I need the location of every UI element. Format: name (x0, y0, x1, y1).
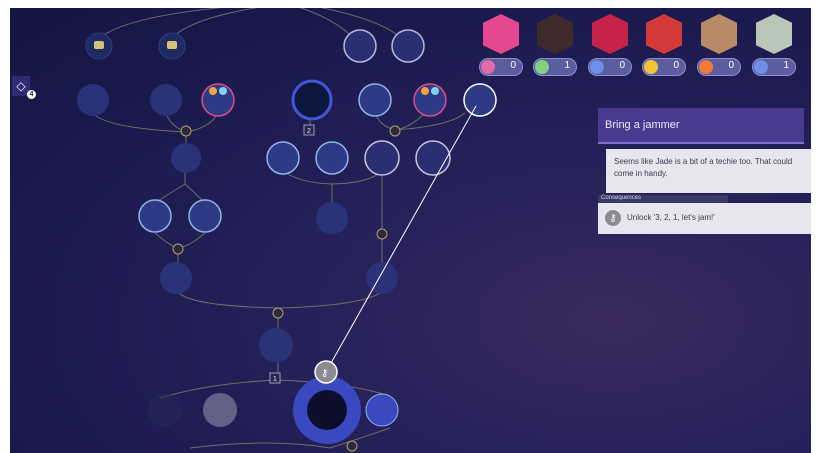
tree-nodes (77, 29, 497, 444)
choice-node[interactable] (391, 29, 425, 63)
resource-chip: 0 (588, 58, 632, 76)
party-member-2[interactable]: 1 (533, 14, 577, 78)
game-viewport: 2 1 ⚷ ◇ 4 0 1 0 0 0 1 Bring a jammer See… (10, 8, 811, 453)
side-menu-badge: 4 (27, 90, 36, 99)
resource-count: 1 (783, 60, 789, 71)
party-member-4[interactable]: 0 (642, 14, 686, 78)
choice-node[interactable] (138, 199, 172, 233)
tooltip-description: Seems like Jade is a bit of a techie too… (614, 157, 793, 178)
choice-node[interactable] (343, 29, 377, 63)
vortex-node[interactable] (291, 79, 333, 121)
lock-icon (167, 41, 177, 49)
choice-node[interactable] (366, 262, 398, 294)
selected-choice-node[interactable] (463, 83, 497, 117)
portrait-avatar (646, 14, 682, 54)
choice-node[interactable] (201, 83, 235, 117)
selection-line (325, 105, 477, 373)
consequence-text: Unlock '3, 2, 1, let's jam!' (627, 213, 715, 222)
choice-node[interactable] (413, 83, 447, 117)
consequences-panel: ⚷ Unlock '3, 2, 1, let's jam!' (598, 203, 811, 234)
diamond-icon: ◇ (16, 79, 26, 93)
cost-icon (421, 87, 429, 95)
resource-count: 0 (619, 60, 625, 71)
choice-node[interactable] (188, 199, 222, 233)
key-glyph: ⚷ (321, 368, 328, 379)
portrait-avatar (756, 14, 792, 54)
resource-chip: 0 (479, 58, 523, 76)
tooltip-title: Bring a jammer (605, 119, 680, 131)
choice-node[interactable] (365, 393, 399, 427)
blue-crystal-icon (754, 60, 768, 74)
cost-icon (431, 87, 439, 95)
resource-count: 0 (510, 60, 516, 71)
resource-chip: 1 (533, 58, 577, 76)
resource-chip: 0 (697, 58, 741, 76)
locked-node (203, 393, 237, 427)
party-member-6[interactable]: 1 (752, 14, 796, 78)
lock-icon (94, 41, 104, 49)
unlock-marker: 1 (273, 376, 277, 383)
choice-node[interactable] (77, 84, 109, 116)
choice-node[interactable] (150, 84, 182, 116)
yellow-gem-icon (644, 60, 658, 74)
choice-node[interactable] (415, 140, 451, 176)
resource-count: 0 (728, 60, 734, 71)
tooltip-header: Bring a jammer (598, 108, 804, 144)
blue-crystal-icon (590, 60, 604, 74)
orange-blade-icon (699, 60, 713, 74)
choice-node[interactable] (364, 140, 400, 176)
choice-node[interactable] (160, 262, 192, 294)
choice-node[interactable] (266, 141, 300, 175)
locked-node (148, 393, 182, 427)
key-icon: ⚷ (605, 210, 621, 226)
consequences-label: Consequences (601, 195, 642, 201)
portrait-avatar (537, 14, 573, 54)
green-leaf-icon (535, 60, 549, 74)
resource-chip: 1 (752, 58, 796, 76)
node-count-marker: 2 (307, 128, 311, 135)
choice-node[interactable] (259, 328, 293, 362)
cost-icon (209, 87, 217, 95)
resource-count: 0 (673, 60, 679, 71)
party-member-3[interactable]: 0 (588, 14, 632, 78)
portrait-avatar (701, 14, 737, 54)
pink-orb-icon (481, 60, 495, 74)
current-node-center (307, 390, 347, 430)
portrait-avatar (592, 14, 628, 54)
portrait-avatar (483, 14, 519, 54)
tooltip-body: Seems like Jade is a bit of a techie too… (606, 149, 811, 193)
choice-node[interactable] (315, 141, 349, 175)
cost-icon (219, 87, 227, 95)
party-member-5[interactable]: 0 (697, 14, 741, 78)
choice-node[interactable] (171, 143, 201, 173)
resource-chip: 0 (642, 58, 686, 76)
party-member-1[interactable]: 0 (479, 14, 523, 78)
choice-node[interactable] (316, 202, 348, 234)
resource-count: 1 (564, 60, 570, 71)
choice-node[interactable] (358, 83, 392, 117)
